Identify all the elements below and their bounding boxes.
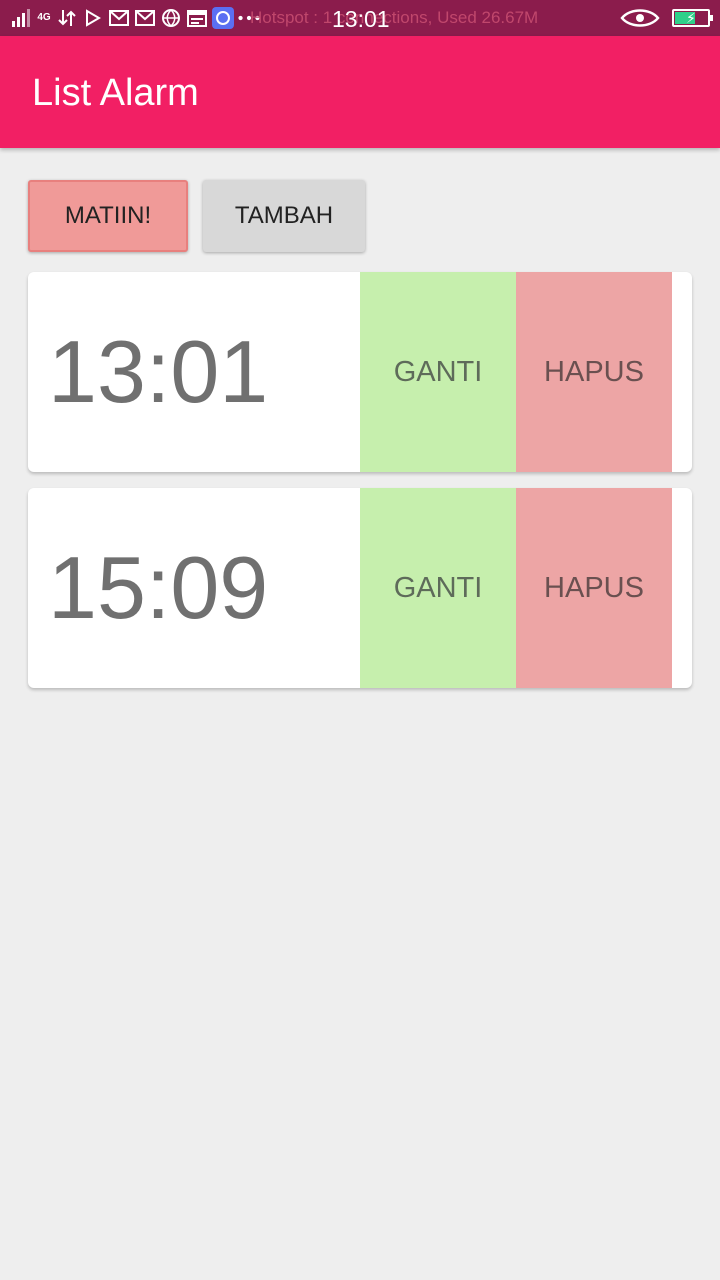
matiin-button[interactable]: MATIIN!: [28, 180, 188, 252]
calendar-icon: [186, 7, 208, 29]
status-icons-left: 4G: [10, 6, 260, 30]
status-icons-right: ⚡: [620, 6, 713, 30]
eye-icon: [620, 7, 660, 29]
alarm-time: 15:09: [48, 538, 269, 637]
ganti-button[interactable]: GANTI: [360, 272, 516, 472]
alarm-time: 13:01: [48, 322, 269, 421]
hapus-button[interactable]: HAPUS: [516, 488, 672, 688]
ganti-button[interactable]: GANTI: [360, 488, 516, 688]
status-time: 13:01: [332, 6, 390, 32]
battery-icon: ⚡: [672, 9, 713, 27]
play-store-icon: [82, 7, 104, 29]
charging-bolt-icon: ⚡: [686, 10, 696, 26]
mail-icon: [108, 7, 130, 29]
alarm-card: 13:01 GANTI HAPUS: [28, 272, 692, 472]
hotspot-notification-text: Hotspot : 1 connections, Used 26.67M: [250, 8, 539, 27]
network-4g-icon: 4G: [37, 12, 51, 23]
status-bar: 4G Hotspot : 1 connections, Used 26.67M …: [0, 0, 720, 36]
mail-icon: [134, 7, 156, 29]
transfer-icon: [56, 7, 78, 29]
signal-icon: [10, 7, 32, 29]
alarm-card: 15:09 GANTI HAPUS: [28, 488, 692, 688]
hapus-button[interactable]: HAPUS: [516, 272, 672, 472]
app-bar: List Alarm: [0, 36, 720, 148]
tambah-button[interactable]: TAMBAH: [203, 180, 365, 252]
globe-icon: [160, 7, 182, 29]
page-title: List Alarm: [32, 72, 199, 114]
app-icon: [212, 7, 234, 29]
